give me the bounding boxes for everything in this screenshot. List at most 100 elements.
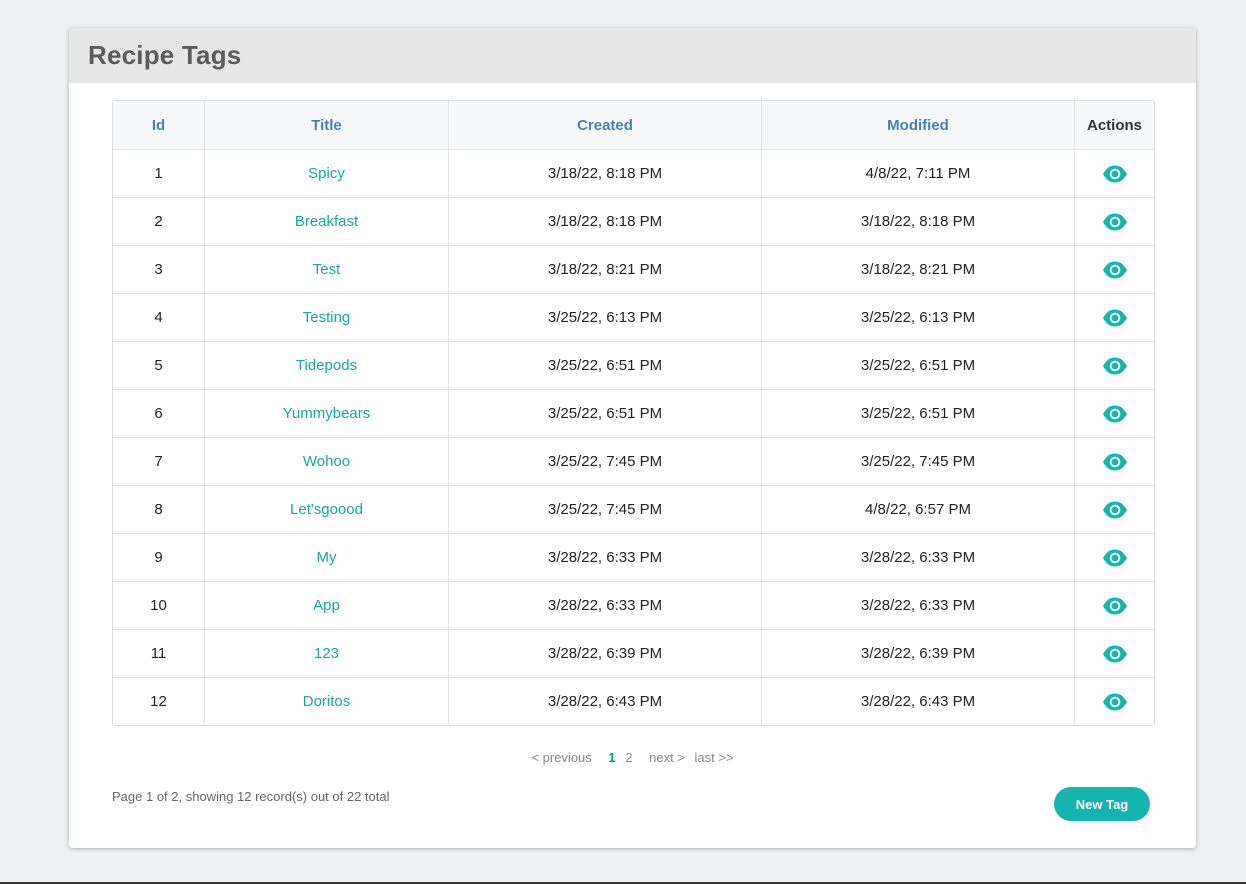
pagination: < previous 1 2 next > last >> <box>69 750 1196 765</box>
table-row: 12 Doritos 3/28/22, 6:43 PM 3/28/22, 6:43 P… <box>113 678 1154 725</box>
table-row: 9 My 3/28/22, 6:33 PM 3/28/22, 6:33 PM <box>113 534 1154 582</box>
cell-id: 2 <box>113 198 205 246</box>
table-row: 3 Test 3/18/22, 8:21 PM 3/18/22, 8:21 PM <box>113 246 1154 294</box>
cell-actions <box>1075 198 1154 246</box>
eye-icon[interactable] <box>1102 165 1128 183</box>
cell-id: 8 <box>113 486 205 534</box>
cell-actions <box>1075 342 1154 390</box>
recipe-tags-card: Recipe Tags Id Title Created Modified Ac… <box>69 28 1196 848</box>
table-row: 1 Spicy 3/18/22, 8:18 PM 4/8/22, 7:11 PM <box>113 150 1154 198</box>
table-row: 4 Testing 3/25/22, 6:13 PM 3/25/22, 6:13 PM <box>113 294 1154 342</box>
column-header-id[interactable]: Id <box>113 101 205 150</box>
cell-actions <box>1075 294 1154 342</box>
table-row: 8 Let'sgoood 3/25/22, 7:45 PM 4/8/22, 6:57 … <box>113 486 1154 534</box>
eye-icon[interactable] <box>1102 693 1128 711</box>
cell-created: 3/18/22, 8:18 PM <box>449 150 762 198</box>
pagination-last[interactable]: last >> <box>695 750 734 765</box>
card-header: Recipe Tags <box>69 28 1196 83</box>
table-body: 1 Spicy 3/18/22, 8:18 PM 4/8/22, 7:11 PM 2 Br… <box>113 150 1154 725</box>
cell-id: 5 <box>113 342 205 390</box>
cell-modified: 3/25/22, 6:51 PM <box>762 390 1075 438</box>
eye-icon[interactable] <box>1102 357 1128 375</box>
cell-actions <box>1075 534 1154 582</box>
pagination-summary: Page 1 of 2, showing 12 record(s) out of… <box>112 789 390 804</box>
cell-modified: 3/28/22, 6:33 PM <box>762 582 1075 630</box>
cell-modified: 3/28/22, 6:39 PM <box>762 630 1075 678</box>
cell-modified: 3/28/22, 6:43 PM <box>762 678 1075 725</box>
cell-id: 9 <box>113 534 205 582</box>
cell-modified: 3/25/22, 7:45 PM <box>762 438 1075 486</box>
cell-title-link[interactable]: 123 <box>205 630 449 678</box>
table-row: 11 123 3/28/22, 6:39 PM 3/28/22, 6:39 PM <box>113 630 1154 678</box>
pagination-next[interactable]: next > <box>649 750 685 765</box>
cell-id: 1 <box>113 150 205 198</box>
table-header-row: Id Title Created Modified Actions <box>113 101 1154 150</box>
column-header-title[interactable]: Title <box>205 101 449 150</box>
column-header-created[interactable]: Created <box>449 101 762 150</box>
cell-id: 6 <box>113 390 205 438</box>
eye-icon[interactable] <box>1102 261 1128 279</box>
cell-actions <box>1075 246 1154 294</box>
cell-created: 3/28/22, 6:43 PM <box>449 678 762 725</box>
cell-id: 4 <box>113 294 205 342</box>
cell-created: 3/25/22, 7:45 PM <box>449 438 762 486</box>
page-title: Recipe Tags <box>88 40 242 70</box>
cell-created: 3/18/22, 8:18 PM <box>449 198 762 246</box>
cell-title-link[interactable]: Wohoo <box>205 438 449 486</box>
cell-modified: 3/18/22, 8:18 PM <box>762 198 1075 246</box>
cell-actions <box>1075 486 1154 534</box>
cell-id: 7 <box>113 438 205 486</box>
cell-actions <box>1075 630 1154 678</box>
table-row: 10 App 3/28/22, 6:33 PM 3/28/22, 6:33 PM <box>113 582 1154 630</box>
cell-title-link[interactable]: App <box>205 582 449 630</box>
pagination-page-2[interactable]: 2 <box>625 750 632 765</box>
cell-modified: 3/28/22, 6:33 PM <box>762 534 1075 582</box>
cell-title-link[interactable]: Tidepods <box>205 342 449 390</box>
eye-icon[interactable] <box>1102 597 1128 615</box>
eye-icon[interactable] <box>1102 309 1128 327</box>
tags-table: Id Title Created Modified Actions 1 Spicy… <box>112 100 1155 726</box>
eye-icon[interactable] <box>1102 453 1128 471</box>
column-header-actions: Actions <box>1075 101 1154 150</box>
column-header-modified[interactable]: Modified <box>762 101 1075 150</box>
cell-id: 3 <box>113 246 205 294</box>
new-tag-button[interactable]: New Tag <box>1054 787 1150 821</box>
eye-icon[interactable] <box>1102 213 1128 231</box>
cell-created: 3/28/22, 6:39 PM <box>449 630 762 678</box>
cell-id: 12 <box>113 678 205 725</box>
cell-title-link[interactable]: Breakfast <box>205 198 449 246</box>
cell-created: 3/28/22, 6:33 PM <box>449 534 762 582</box>
cell-created: 3/25/22, 6:13 PM <box>449 294 762 342</box>
cell-actions <box>1075 390 1154 438</box>
pagination-previous[interactable]: < previous <box>531 750 591 765</box>
cell-title-link[interactable]: Doritos <box>205 678 449 725</box>
cell-title-link[interactable]: Yummybears <box>205 390 449 438</box>
cell-created: 3/25/22, 7:45 PM <box>449 486 762 534</box>
cell-id: 10 <box>113 582 205 630</box>
cell-title-link[interactable]: Let'sgoood <box>205 486 449 534</box>
cell-modified: 3/18/22, 8:21 PM <box>762 246 1075 294</box>
cell-actions <box>1075 150 1154 198</box>
cell-title-link[interactable]: Test <box>205 246 449 294</box>
eye-icon[interactable] <box>1102 501 1128 519</box>
cell-title-link[interactable]: My <box>205 534 449 582</box>
cell-modified: 3/25/22, 6:13 PM <box>762 294 1075 342</box>
eye-icon[interactable] <box>1102 405 1128 423</box>
cell-id: 11 <box>113 630 205 678</box>
table-row: 2 Breakfast 3/18/22, 8:18 PM 3/18/22, 8:18 … <box>113 198 1154 246</box>
pagination-page-1[interactable]: 1 <box>608 750 615 765</box>
cell-modified: 4/8/22, 7:11 PM <box>762 150 1075 198</box>
table-row: 6 Yummybears 3/25/22, 6:51 PM 3/25/22, 6:51… <box>113 390 1154 438</box>
table-row: 7 Wohoo 3/25/22, 7:45 PM 3/25/22, 7:45 PM <box>113 438 1154 486</box>
table-row: 5 Tidepods 3/25/22, 6:51 PM 3/25/22, 6:51 P… <box>113 342 1154 390</box>
eye-icon[interactable] <box>1102 645 1128 663</box>
eye-icon[interactable] <box>1102 549 1128 567</box>
cell-actions <box>1075 438 1154 486</box>
cell-title-link[interactable]: Spicy <box>205 150 449 198</box>
cell-modified: 3/25/22, 6:51 PM <box>762 342 1075 390</box>
cell-modified: 4/8/22, 6:57 PM <box>762 486 1075 534</box>
cell-actions <box>1075 678 1154 725</box>
cell-title-link[interactable]: Testing <box>205 294 449 342</box>
cell-created: 3/18/22, 8:21 PM <box>449 246 762 294</box>
cell-actions <box>1075 582 1154 630</box>
